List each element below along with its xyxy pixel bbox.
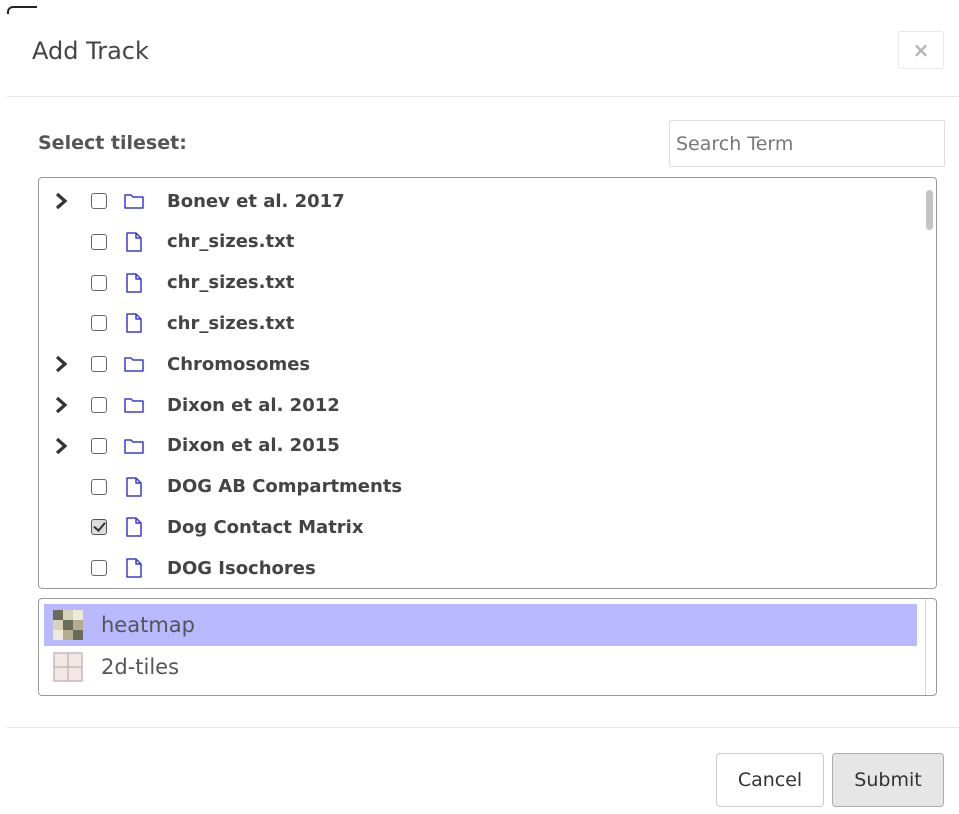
file-icon [123, 272, 145, 294]
tree-scrollbar-thumb[interactable] [926, 190, 933, 230]
tree-row[interactable]: Dog Contact Matrix [39, 507, 919, 547]
tileset-checkbox[interactable] [91, 274, 107, 291]
tree-item-label: DOG AB Compartments [167, 476, 403, 498]
2d-tiles-thumbnail-icon [53, 652, 83, 682]
tileset-tree[interactable]: Bonev et al. 2017 chr_sizes.txt chr_sizes.… [38, 177, 937, 589]
track-type-label: heatmap [101, 613, 195, 637]
file-icon [123, 231, 145, 253]
chevron-right-icon[interactable] [53, 434, 69, 458]
folder-icon [123, 353, 145, 375]
file-icon [123, 476, 145, 498]
tileset-checkbox[interactable] [91, 356, 107, 373]
tree-item-label: chr_sizes.txt [167, 231, 295, 253]
tileset-checkbox[interactable] [91, 437, 107, 454]
tileset-checkbox[interactable] [91, 478, 107, 495]
tileset-checkbox[interactable] [91, 233, 107, 250]
cancel-button[interactable]: Cancel [716, 753, 824, 807]
tileset-checkbox[interactable] [91, 193, 107, 209]
select-tileset-label: Select tileset: [38, 132, 187, 154]
tree-item-label: Chromosomes [167, 353, 311, 375]
track-type-scrollbar[interactable] [925, 599, 926, 695]
tree-row[interactable]: Dixon et al. 2015 [39, 426, 919, 466]
folder-icon [123, 435, 145, 457]
tree-row[interactable]: DOG AB Compartments [39, 467, 919, 507]
tree-row[interactable]: chr_sizes.txt [39, 222, 919, 262]
track-type-label: 2d-tiles [101, 655, 180, 679]
folder-icon [123, 190, 145, 212]
track-type-heatmap[interactable]: heatmap [44, 604, 917, 646]
tree-item-label: chr_sizes.txt [167, 272, 295, 294]
tree-row[interactable]: Dixon et al. 2012 [39, 385, 919, 425]
tree-item-label: Dog Contact Matrix [167, 516, 364, 538]
add-track-dialog: Add Track × Select tileset: Bonev et al.… [7, 6, 959, 814]
heatmap-thumbnail-icon [53, 610, 83, 640]
tileset-checkbox[interactable] [91, 519, 107, 536]
tree-item-label: Bonev et al. 2017 [167, 190, 345, 212]
track-type-list[interactable]: heatmap 2d-tiles [38, 598, 937, 696]
tree-item-label: DOG Isochores [167, 557, 316, 579]
tree-row[interactable]: DOG Isochores [39, 548, 919, 588]
track-type-2d-tiles[interactable]: 2d-tiles [44, 646, 917, 688]
folder-icon [123, 394, 145, 416]
tree-row[interactable]: Chromosomes [39, 344, 919, 384]
tree-item-label: Dixon et al. 2015 [167, 435, 340, 457]
file-icon [123, 312, 145, 334]
close-icon: × [912, 38, 930, 62]
tree-row[interactable]: Bonev et al. 2017 [39, 181, 919, 221]
search-input[interactable] [669, 120, 945, 167]
tree-item-label: chr_sizes.txt [167, 312, 295, 334]
tileset-checkbox[interactable] [91, 315, 107, 332]
file-icon [123, 516, 145, 538]
chevron-right-icon[interactable] [53, 352, 69, 376]
tileset-checkbox[interactable] [91, 560, 107, 577]
footer-divider [7, 727, 959, 728]
submit-button[interactable]: Submit [832, 753, 944, 807]
file-icon [123, 557, 145, 579]
tileset-checkbox[interactable] [91, 397, 107, 413]
tree-item-label: Dixon et al. 2012 [167, 394, 340, 416]
close-button[interactable]: × [898, 31, 944, 69]
dialog-header: Add Track × [7, 6, 959, 97]
dialog-title: Add Track [32, 37, 149, 65]
chevron-right-icon[interactable] [53, 189, 69, 213]
chevron-right-icon[interactable] [53, 393, 69, 417]
tree-row[interactable]: chr_sizes.txt [39, 303, 919, 343]
tree-row[interactable]: chr_sizes.txt [39, 263, 919, 303]
